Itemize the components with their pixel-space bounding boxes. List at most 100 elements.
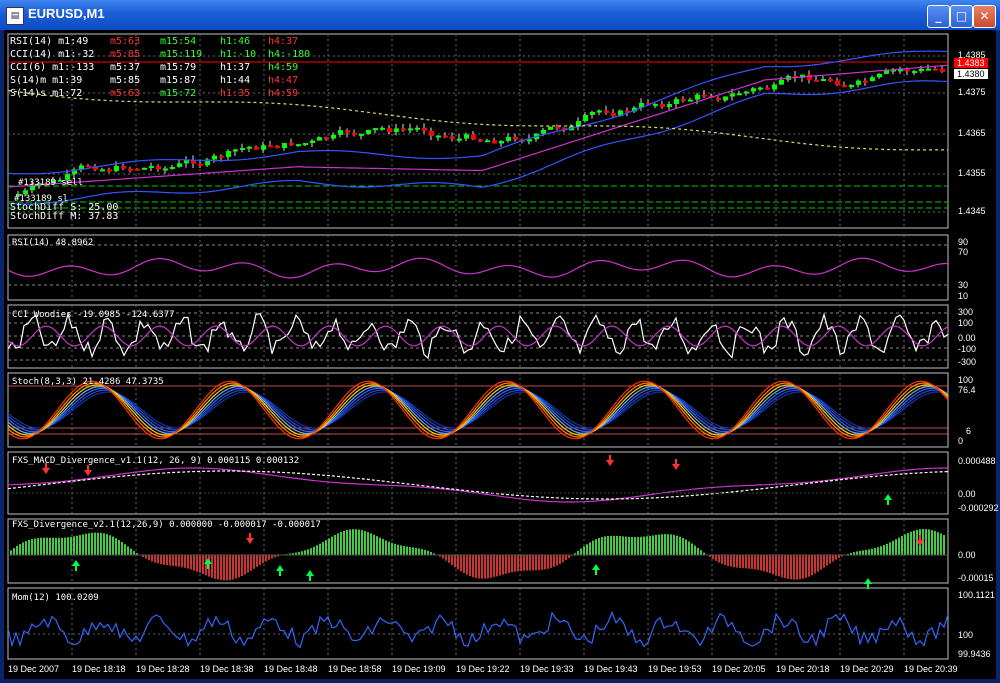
close-button[interactable]: ✕ <box>973 5 996 28</box>
histogram-bar <box>577 550 579 555</box>
candle <box>653 103 658 106</box>
histogram-bar <box>793 555 795 580</box>
stoch-tick: 0 <box>958 436 964 446</box>
histogram-bar <box>529 555 531 571</box>
histogram-bar <box>622 536 624 555</box>
panel-border <box>7 33 949 229</box>
histogram-bar <box>346 530 348 555</box>
candle <box>429 130 434 136</box>
rsi-tick: 10 <box>958 291 969 301</box>
histogram-bar <box>829 555 831 564</box>
mom-tick: 99.9436 <box>958 649 991 659</box>
histogram-bar <box>640 536 642 555</box>
stoch-panel-label: Stoch(8,3,3) 21.4286 47.3735 <box>12 377 164 387</box>
histogram-bar <box>220 555 222 581</box>
histogram-bar <box>145 555 147 559</box>
stoch-tick: 6 <box>966 426 972 436</box>
histogram-bar <box>199 555 201 573</box>
candle <box>156 165 161 170</box>
histogram-bar <box>163 555 165 565</box>
macd-tick: 0.000488 <box>958 456 996 466</box>
histogram-bar <box>397 544 399 555</box>
histogram-bar <box>100 532 102 555</box>
histogram-bar <box>781 555 783 578</box>
title-bar[interactable]: ▤ EURUSD,M1 _ □ ✕ <box>0 0 1000 31</box>
candle <box>716 97 721 101</box>
time-axis-label: 19 Dec 20:39 <box>904 664 958 674</box>
histogram-bar <box>43 537 45 555</box>
candle <box>107 169 112 172</box>
price-tick: 1.4365 <box>958 128 986 138</box>
histogram-bar <box>349 529 351 555</box>
histogram-bar <box>385 540 387 555</box>
histogram-bar <box>463 555 465 574</box>
histogram-bar <box>538 555 540 571</box>
minimize-button[interactable]: _ <box>927 5 950 28</box>
histogram-bar <box>778 555 780 577</box>
histogram-bar <box>418 548 420 555</box>
candle <box>611 112 616 117</box>
histogram-bar <box>115 538 117 555</box>
histogram-bar <box>85 533 87 555</box>
histogram-bar <box>724 555 726 566</box>
histogram-bar <box>256 555 258 567</box>
price-tick: 1.4375 <box>958 87 986 97</box>
cci-panel-label: CCI Woodies -19.0985 -124.6377 <box>12 310 175 320</box>
histogram-bar <box>637 537 639 555</box>
maximize-button[interactable]: □ <box>950 5 973 28</box>
histogram-bar <box>880 546 882 555</box>
histogram-bar <box>16 546 18 555</box>
time-axis-label: 19 Dec 19:33 <box>520 664 574 674</box>
histogram-bar <box>175 555 177 567</box>
histogram-bar <box>892 540 894 555</box>
histogram-bar <box>646 536 648 555</box>
histogram-bar <box>820 555 822 570</box>
time-axis-label: 19 Dec 18:28 <box>136 664 190 674</box>
candle <box>289 142 294 146</box>
histogram-bar <box>649 535 651 555</box>
window-title: EURUSD,M1 <box>28 6 105 21</box>
histogram-bar <box>421 549 423 555</box>
stat-ss-m15: m15:72 <box>160 88 197 99</box>
histogram-bar <box>796 555 798 580</box>
histogram-bar <box>487 555 489 579</box>
histogram-bar <box>403 545 405 555</box>
candle <box>373 128 378 131</box>
histogram-bar <box>475 555 477 578</box>
stochdiff-m-label: StochDiff M: 37.83 <box>10 211 119 222</box>
candle <box>282 142 287 149</box>
cci-tick: -300 <box>958 357 977 367</box>
candle <box>261 145 266 150</box>
histogram-bar <box>535 555 537 571</box>
chart-window-icon[interactable]: ▤ <box>6 7 24 25</box>
histogram-bar <box>181 555 183 568</box>
histogram-bar <box>802 555 804 579</box>
candle <box>443 135 448 138</box>
candle <box>667 104 672 108</box>
cci-tick: 100 <box>958 318 974 328</box>
histogram-bar <box>481 555 483 579</box>
histogram-bar <box>592 540 594 555</box>
histogram-bar <box>472 555 474 578</box>
mom-panel-label: Mom(12) 100.0209 <box>12 593 99 603</box>
time-axis-label: 19 Dec 18:38 <box>200 664 254 674</box>
candle <box>499 140 504 144</box>
chart-area[interactable]: RSI(14) m1:49 m5:63 m15:54 h1:46 h4:37 C… <box>4 30 999 679</box>
candle <box>135 168 140 171</box>
histogram-bar <box>625 536 627 555</box>
histogram-bar <box>700 550 702 555</box>
candle <box>394 128 399 133</box>
histogram-bar <box>40 537 42 555</box>
histogram-bar <box>97 532 99 555</box>
candle <box>177 163 182 167</box>
chart-canvas[interactable] <box>4 30 996 679</box>
candle <box>338 130 343 135</box>
histogram-bar <box>556 555 558 566</box>
candle <box>128 168 133 171</box>
candle <box>877 73 882 78</box>
histogram-bar <box>382 539 384 555</box>
histogram-bar <box>391 542 393 555</box>
stat-sm-m5: m5:85 <box>110 75 141 86</box>
histogram-bar <box>370 533 372 555</box>
candle <box>779 79 784 85</box>
